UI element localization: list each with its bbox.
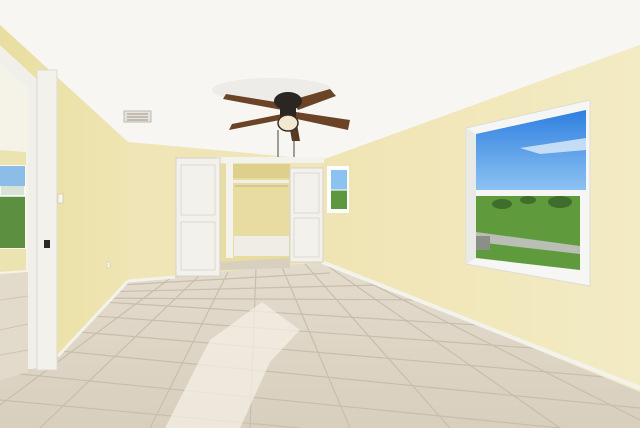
small-window (327, 166, 349, 213)
large-window (465, 99, 591, 287)
ceiling-vent (123, 110, 152, 123)
closet-door-right[interactable] (289, 167, 324, 263)
fan-light-icon (277, 114, 299, 132)
wall-outlet (106, 261, 111, 269)
door-hinge (44, 240, 50, 248)
bedroom-scene (0, 0, 640, 428)
closet-frame-post (226, 162, 233, 258)
left-doorway (0, 45, 58, 380)
light-switch (57, 193, 64, 204)
closet-shelf (233, 180, 289, 183)
closet-door-left[interactable] (175, 157, 221, 277)
